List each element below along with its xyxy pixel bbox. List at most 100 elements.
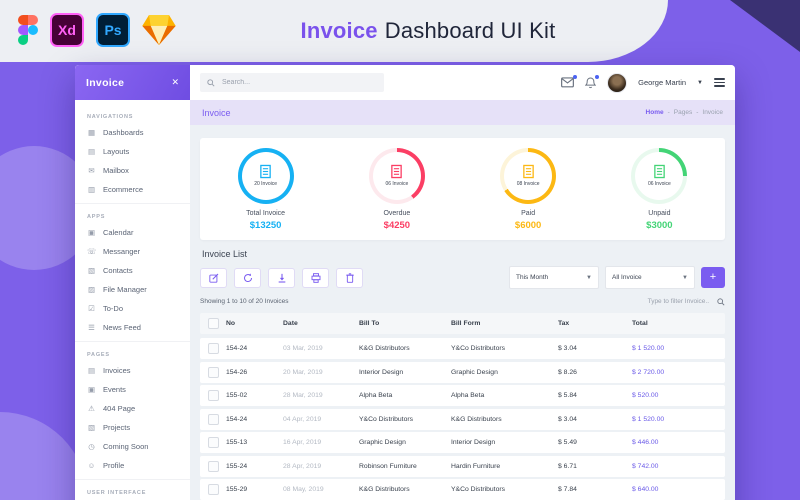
sidebar-item-coming-soon[interactable]: ◷Coming Soon [75, 437, 190, 456]
profile-icon: ☺ [87, 462, 96, 470]
sidebar-item-invoices[interactable]: ▤Invoices [75, 361, 190, 380]
refresh-button[interactable] [234, 268, 261, 288]
search-icon[interactable] [717, 298, 725, 306]
sidebar-brand: Invoice ✕ [75, 65, 190, 100]
table-row[interactable]: 155-24 28 Apr, 2019 Robinson Furniture H… [200, 456, 725, 477]
row-checkbox[interactable] [208, 461, 219, 472]
sidebar: Invoice ✕ NAVIGATIONS ▦Dashboards ▤Layou… [75, 65, 190, 500]
invoice-receipt-icon [390, 164, 403, 179]
news-icon: ☰ [87, 324, 96, 332]
column-tax[interactable]: Tax [558, 320, 632, 327]
table-row[interactable]: 155-29 08 May, 2019 K&G Distributors Y&C… [200, 479, 725, 500]
column-date[interactable]: Date [283, 320, 359, 327]
sidebar-item-messanger[interactable]: ☏Messanger [75, 242, 190, 261]
row-checkbox[interactable] [208, 484, 219, 495]
invoice-list-title: Invoice List [202, 249, 723, 259]
add-invoice-button[interactable]: + [701, 267, 725, 288]
row-checkbox[interactable] [208, 343, 219, 354]
sidebar-item-ecommerce[interactable]: ▥Ecommerce [75, 180, 190, 199]
table-row[interactable]: 155-02 28 Mar, 2019 Alpha Beta Alpha Bet… [200, 385, 725, 406]
search-box[interactable] [200, 73, 384, 92]
notification-dot [595, 75, 599, 79]
print-button[interactable] [302, 268, 329, 288]
dashboard-window: Invoice ✕ NAVIGATIONS ▦Dashboards ▤Layou… [75, 65, 735, 500]
row-checkbox[interactable] [208, 437, 219, 448]
section-label-pages: PAGES [87, 352, 178, 358]
edit-icon [209, 273, 219, 283]
stat-label: Total Invoice [246, 210, 285, 217]
user-name[interactable]: George Martin [638, 78, 686, 87]
table-row[interactable]: 154-24 03 Mar, 2019 K&G Distributors Y&C… [200, 338, 725, 359]
invoice-receipt-icon [522, 164, 535, 179]
month-filter-select[interactable]: This Month ▼ [509, 266, 599, 289]
chat-icon: ☏ [87, 248, 96, 256]
sidebar-item-profile[interactable]: ☺Profile [75, 456, 190, 475]
table-header: No Date Bill To Bill Form Tax Total [200, 313, 725, 334]
sidebar-item-events[interactable]: ▣Events [75, 380, 190, 399]
row-checkbox[interactable] [208, 414, 219, 425]
table-row[interactable]: 154-26 20 Mar, 2019 Interior Design Grap… [200, 362, 725, 383]
delete-button[interactable] [336, 268, 363, 288]
table-row[interactable]: 154-24 04 Apr, 2019 Y&Co Distributors K&… [200, 409, 725, 430]
invoice-toolbar: This Month ▼ All Invoice ▼ + [200, 266, 725, 289]
sidebar-item-layouts[interactable]: ▤Layouts [75, 142, 190, 161]
invoice-receipt-icon [259, 164, 272, 179]
dashboard-icon: ▦ [87, 129, 96, 137]
projects-icon: ▧ [87, 424, 96, 432]
sidebar-item-404-page[interactable]: ⚠404 Page [75, 399, 190, 418]
invoice-type-select[interactable]: All Invoice ▼ [605, 266, 695, 289]
contacts-icon: ▧ [87, 267, 96, 275]
breadcrumb-pages[interactable]: Pages [674, 109, 692, 116]
page-title: Invoice [202, 108, 231, 118]
mail-icon[interactable] [561, 77, 574, 88]
sidebar-item-calendar[interactable]: ▣Calendar [75, 223, 190, 242]
user-avatar[interactable] [607, 73, 627, 93]
download-button[interactable] [268, 268, 295, 288]
column-bill-form[interactable]: Bill Form [451, 320, 558, 327]
row-checkbox[interactable] [208, 367, 219, 378]
sidebar-item-contacts[interactable]: ▧Contacts [75, 261, 190, 280]
sidebar-item-news-feed[interactable]: ☰News Feed [75, 318, 190, 337]
edit-button[interactable] [200, 268, 227, 288]
chevron-down-icon[interactable]: ▼ [697, 80, 703, 86]
brand-label: Invoice [86, 77, 124, 89]
sidebar-item-dashboards[interactable]: ▦Dashboards [75, 123, 190, 142]
bell-icon[interactable] [585, 77, 596, 89]
column-total[interactable]: Total [632, 320, 725, 327]
error-page-icon: ⚠ [87, 405, 96, 413]
chevron-down-icon: ▼ [682, 275, 688, 281]
filter-input[interactable] [612, 297, 711, 306]
refresh-icon [243, 273, 253, 283]
promo-title-highlight: Invoice [301, 18, 378, 44]
stat-paid: 08 Invoice Paid $6000 [463, 148, 594, 231]
column-bill-to[interactable]: Bill To [359, 320, 451, 327]
stat-amount: $3000 [646, 220, 672, 231]
breadcrumb-home[interactable]: Home [646, 109, 664, 116]
content: 20 Invoice Total Invoice $13250 06 Invoi… [190, 125, 735, 500]
layouts-icon: ▤ [87, 148, 96, 156]
select-all-checkbox[interactable] [208, 318, 219, 329]
close-icon[interactable]: ✕ [171, 77, 179, 88]
stat-amount: $4250 [384, 220, 410, 231]
sidebar-item-file-manager[interactable]: ▨File Manager [75, 280, 190, 299]
events-icon: ▣ [87, 386, 96, 394]
sidebar-item-projects[interactable]: ▧Projects [75, 418, 190, 437]
column-no[interactable]: No [226, 320, 283, 327]
invoice-receipt-icon [653, 164, 666, 179]
invoice-icon: ▤ [87, 367, 96, 375]
hamburger-icon[interactable] [714, 78, 725, 87]
sidebar-item-mailbox[interactable]: ✉Mailbox [75, 161, 190, 180]
print-icon [311, 273, 321, 283]
mailbox-icon: ✉ [87, 167, 96, 175]
page-header: Invoice Home - Pages - Invoice [190, 100, 735, 125]
search-icon [207, 79, 215, 87]
table-row[interactable]: 155-13 16 Apr, 2019 Graphic Design Inter… [200, 432, 725, 453]
section-label-apps: APPS [87, 214, 178, 220]
promo-header: Xd Ps Invoice Dashboard UI Kit [0, 0, 800, 62]
row-checkbox[interactable] [208, 390, 219, 401]
progress-ring: 06 Invoice [369, 148, 425, 204]
stat-amount: $13250 [250, 220, 282, 231]
breadcrumb: Home - Pages - Invoice [646, 109, 723, 116]
search-input[interactable] [220, 78, 377, 87]
sidebar-item-to-do[interactable]: ☑To-Do [75, 299, 190, 318]
